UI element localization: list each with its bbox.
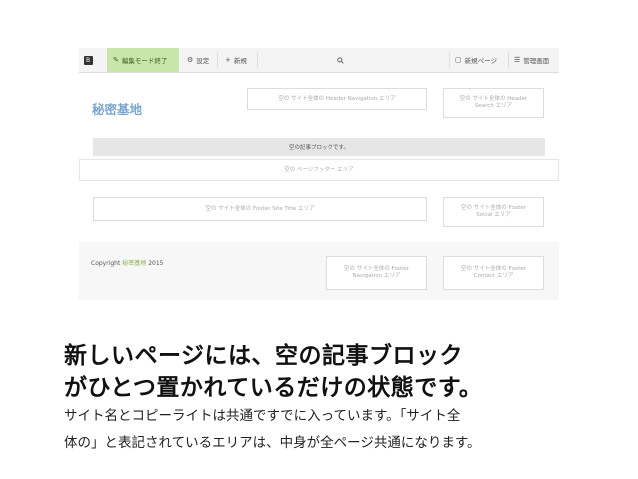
site-title[interactable]: 秘密基地	[92, 99, 142, 118]
admin-label: 管理画面	[523, 57, 550, 65]
copyright-prefix: Copyright	[91, 260, 121, 267]
copyright: Copyright 秘密基地 2015	[91, 258, 163, 267]
footer-social-area[interactable]: 空の サイト全体の Footer Social エリア	[443, 197, 544, 227]
caption-heading-line-1: 新しいページには、空の記事ブロック	[64, 343, 464, 369]
toolbar-divider	[257, 52, 258, 68]
pencil-icon: ✎	[113, 56, 119, 64]
header-search-area[interactable]: 空の サイト全体の Header Search エリア	[443, 88, 544, 118]
new-page-icon: ▢	[455, 56, 462, 64]
empty-article-block[interactable]: 空の記事ブロックです。	[93, 138, 545, 156]
exit-edit-mode-label: 編集モード終了	[121, 57, 168, 65]
toolbar-divider	[449, 52, 450, 68]
footer-contact-area-label-2: Contact エリア	[473, 273, 514, 279]
new-button[interactable]: + 新規	[225, 48, 247, 72]
header-search-area-label-2: Search エリア	[474, 103, 513, 109]
footer-social-area-label-2: Social エリア	[476, 212, 511, 218]
search-button[interactable]	[337, 48, 344, 72]
exit-edit-mode-button[interactable]: ✎ 編集モード終了	[107, 48, 179, 72]
new-page-label: 新規ページ	[464, 57, 497, 65]
footer-navigation-area-label-1: 空の サイト全体の Footer	[344, 266, 409, 273]
footer-navigation-area[interactable]: 空の サイト全体の Footer Navigation エリア	[326, 256, 427, 290]
header-search-area-label-1: 空の サイト全体の Header	[459, 96, 528, 103]
empty-article-block-label: 空の記事ブロックです。	[289, 145, 349, 151]
footer-navigation-area-label-2: Navigation エリア	[352, 273, 401, 279]
plus-icon: +	[225, 56, 231, 64]
page-footer-area-label: 空の ページフッター エリア	[284, 166, 354, 173]
footer-social-area-label-1: 空の サイト全体の Footer	[461, 205, 526, 212]
settings-button[interactable]: ⚙ 設定	[187, 48, 209, 72]
footer-site-title-area[interactable]: 空の サイト全体の Footer Site Title エリア	[93, 197, 427, 221]
logo-icon: B	[83, 55, 93, 65]
sliders-icon: ☰	[514, 56, 521, 64]
edit-toolbar: B ✎ 編集モード終了 ⚙ 設定 + 新規 ▢ 新規ページ ☰ 管理画面	[79, 48, 559, 73]
toolbar-divider	[217, 52, 218, 68]
screenshot-frame: B ✎ 編集モード終了 ⚙ 設定 + 新規 ▢ 新規ページ ☰ 管理画面 秘密基…	[79, 48, 559, 300]
toolbar-divider	[508, 52, 509, 68]
search-icon	[337, 56, 344, 64]
copyright-year: 2015	[148, 260, 164, 267]
footer-contact-area-label-1: 空の サイト全体の Footer	[461, 266, 526, 273]
copyright-name-link[interactable]: 秘密基地	[122, 260, 146, 267]
footer-site-title-area-label: 空の サイト全体の Footer Site Title エリア	[205, 205, 315, 212]
caption-body-line-2: 体の」と表記されているエリアは、中身が全ページ共通になります。	[64, 435, 481, 451]
page-footer-area[interactable]: 空の ページフッター エリア	[79, 159, 559, 181]
settings-label: 設定	[196, 57, 210, 65]
caption-heading-line-2: がひとつ置かれているだけの状態です。	[64, 375, 483, 401]
header-navigation-area[interactable]: 空の サイト全体の Header Navigation エリア	[247, 88, 427, 110]
logo[interactable]: B	[81, 48, 95, 72]
gear-icon: ⚙	[187, 56, 194, 64]
admin-button[interactable]: ☰ 管理画面	[514, 48, 549, 72]
footer-contact-area[interactable]: 空の サイト全体の Footer Contact エリア	[443, 256, 544, 290]
caption-body-line-1: サイト名とコピーライトは共通ですでに入っています。「サイト全	[64, 408, 461, 424]
header-navigation-area-label: 空の サイト全体の Header Navigation エリア	[278, 95, 396, 102]
new-page-button[interactable]: ▢ 新規ページ	[455, 48, 497, 72]
new-label: 新規	[233, 57, 247, 65]
